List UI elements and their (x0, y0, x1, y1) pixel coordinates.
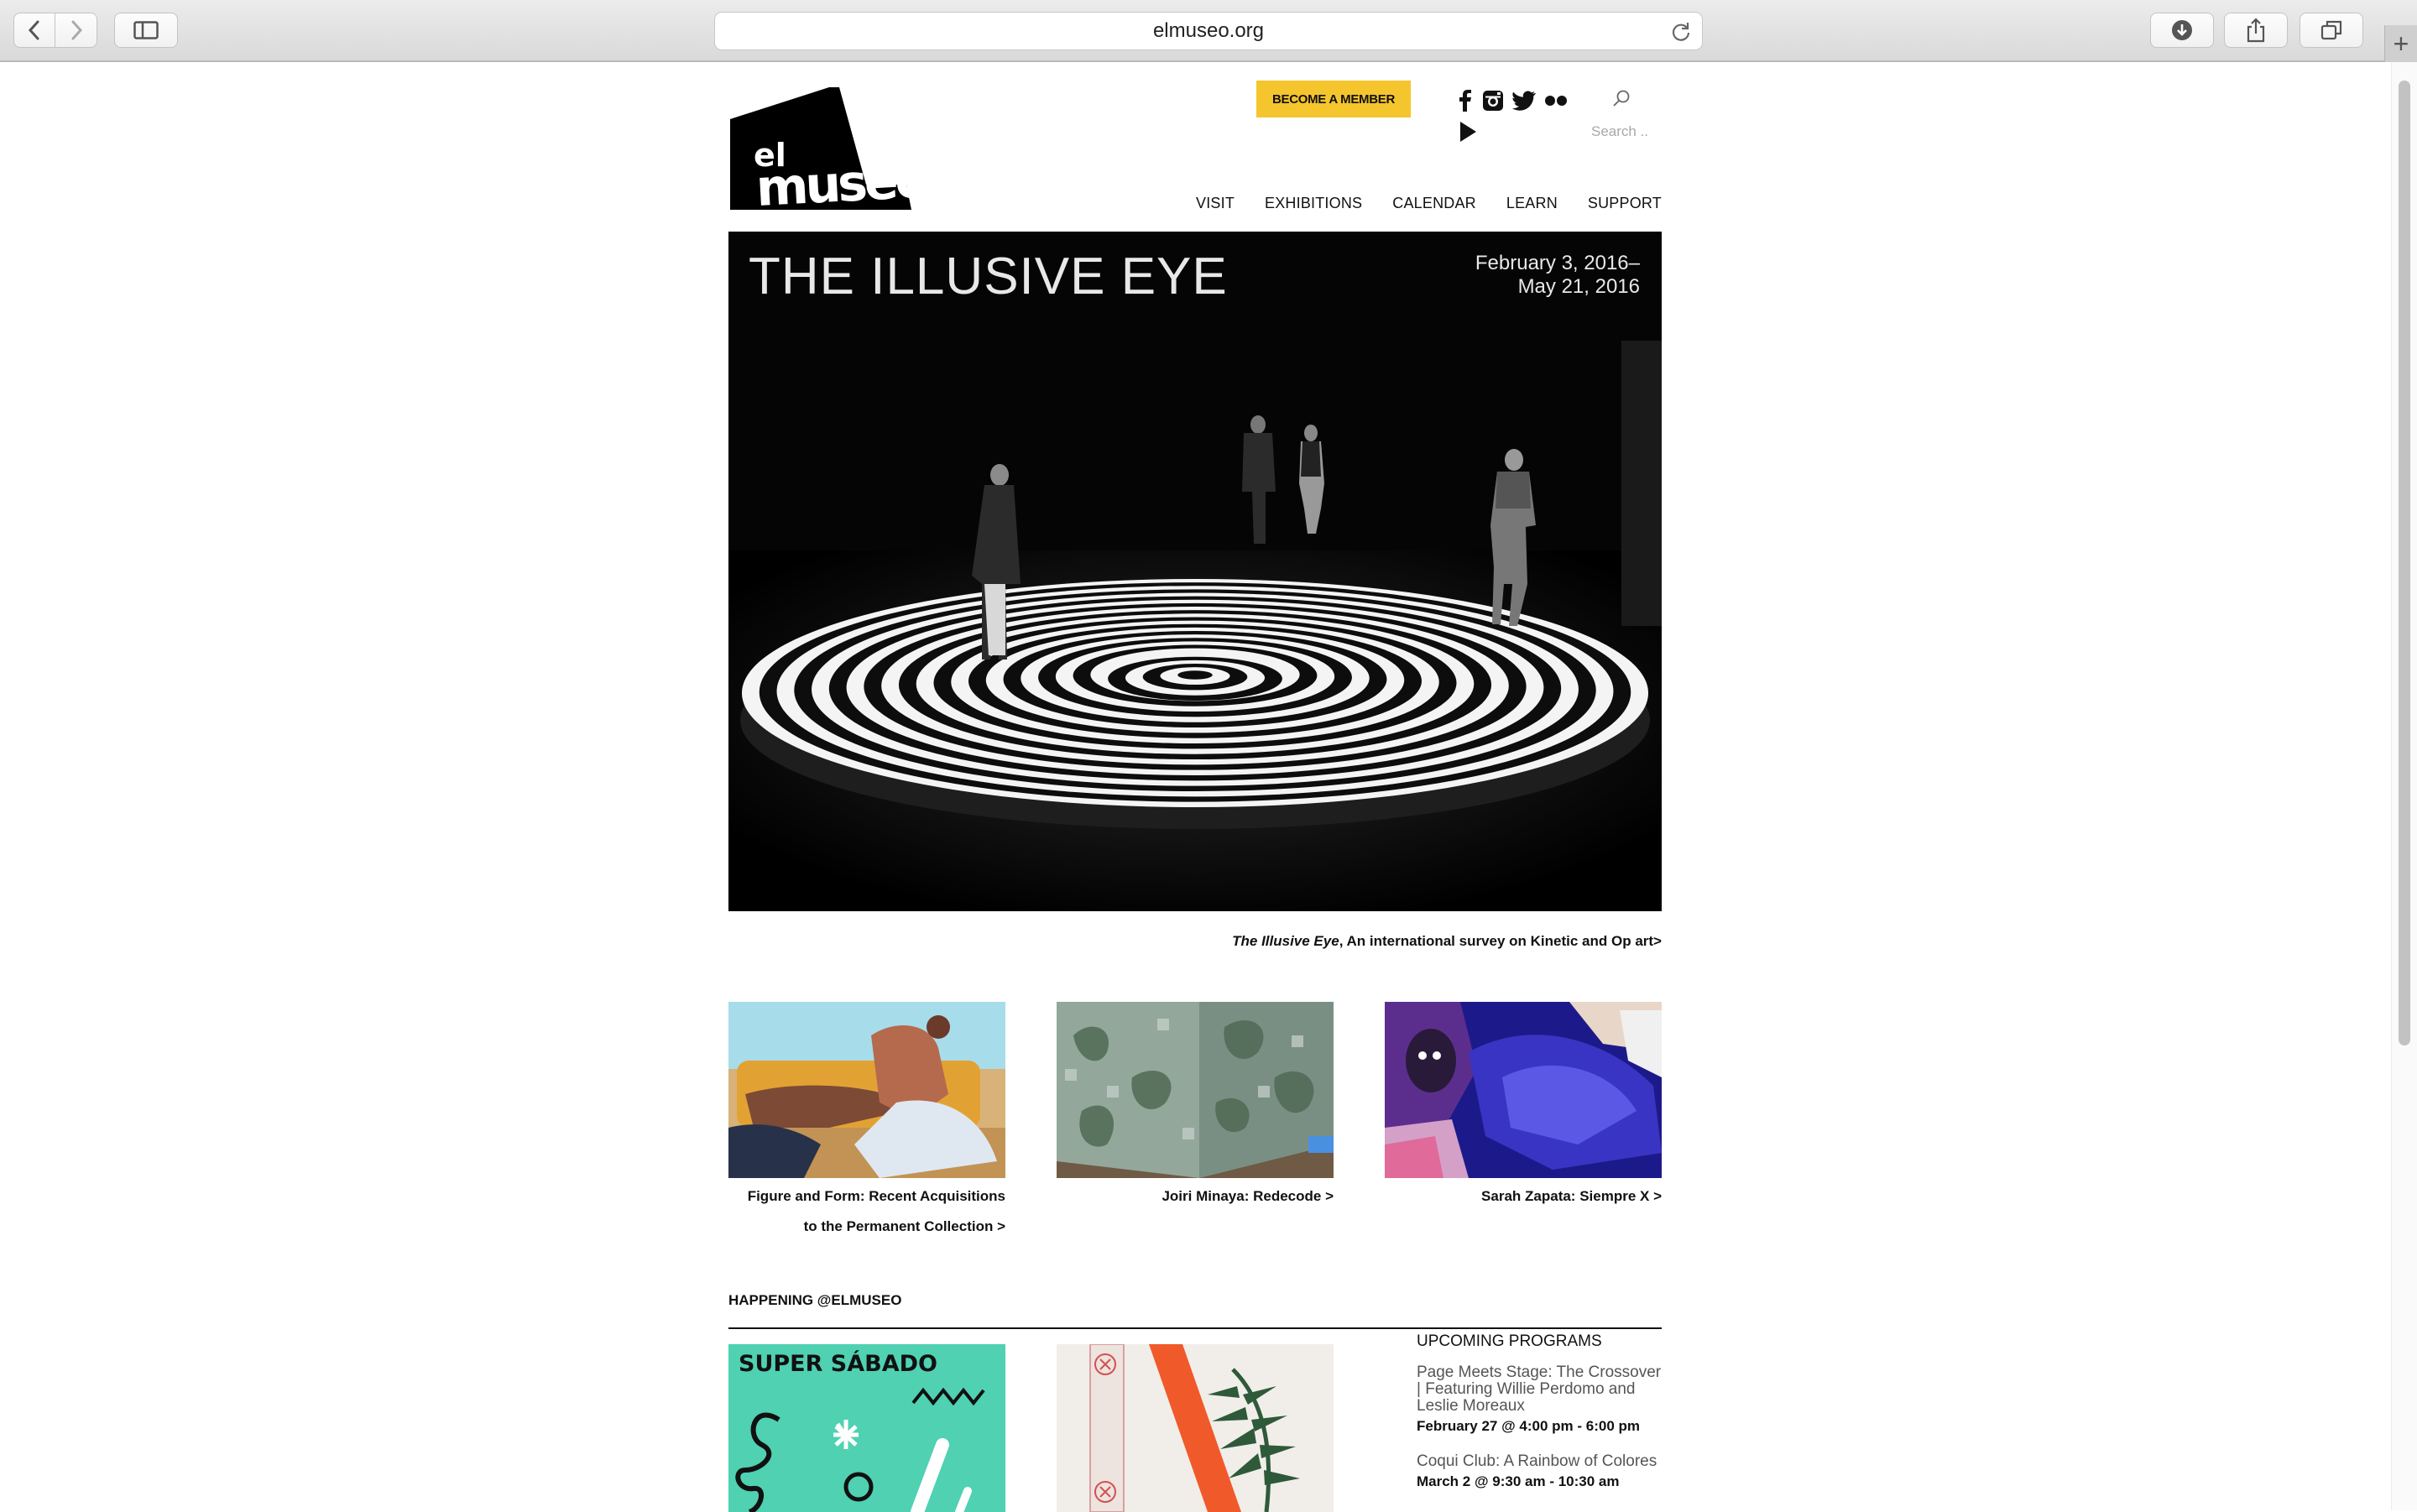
share-icon (2247, 18, 2265, 43)
exhibition-caption-line: Joiri Minaya: Redecode > (1162, 1188, 1334, 1204)
tabs-button[interactable] (2300, 13, 2363, 48)
main-nav: VISIT EXHIBITIONS CALENDAR LEARN SUPPORT (1166, 195, 1662, 212)
browser-toolbar: elmuseo.org + (0, 0, 2417, 62)
exhibition-image-camo-room (1057, 1002, 1334, 1178)
download-icon (2172, 20, 2192, 40)
event-time: February 27 @ 4:00 pm - 6:00 pm (1417, 1418, 1641, 1434)
exhibition-caption: Joiri Minaya: Redecode > (1057, 1181, 1334, 1212)
search-input[interactable] (1591, 121, 1662, 143)
forward-arrow-icon (71, 20, 82, 40)
event-item[interactable]: Page Meets Stage: The Crossover | Featur… (1417, 1364, 1662, 1435)
hero-banner[interactable]: THE ILLUSIVE EYE February 3, 2016– May 2… (728, 232, 1662, 911)
become-member-button[interactable]: BECOME A MEMBER (1256, 81, 1411, 117)
instagram-icon[interactable] (1482, 90, 1504, 112)
nav-learn[interactable]: LEARN (1506, 195, 1558, 212)
page-content: el museo BECOME A MEMBER VISIT EXHIBITIO… (728, 62, 1662, 1512)
program-tile-book[interactable] (1057, 1344, 1334, 1512)
page-scrollbar[interactable] (2391, 62, 2417, 1510)
nav-visit[interactable]: VISIT (1196, 195, 1235, 212)
section-divider (728, 1327, 1662, 1329)
nav-calendar[interactable]: CALENDAR (1392, 195, 1476, 212)
facebook-icon[interactable] (1457, 89, 1474, 112)
program-tile-title: SUPER SÁBADO (739, 1350, 937, 1377)
hero-dates: February 3, 2016– May 21, 2016 (1475, 252, 1640, 299)
exhibition-card-redecode[interactable]: Joiri Minaya: Redecode > (1057, 1002, 1334, 1212)
nav-exhibitions[interactable]: EXHIBITIONS (1265, 195, 1362, 212)
hero-date-start: February 3, 2016– (1475, 252, 1640, 274)
program-tile-super-sabado[interactable]: SUPER SÁBADO (728, 1344, 1005, 1512)
upcoming-programs: UPCOMING PROGRAMS Page Meets Stage: The … (1417, 1332, 1662, 1509)
hero-caption-title: The Illusive Eye (1232, 933, 1339, 949)
exhibition-image-painting (728, 1002, 1005, 1178)
op-art-ring (1177, 670, 1213, 680)
plus-icon: + (2393, 28, 2409, 59)
event-time: March 2 @ 9:30 am - 10:30 am (1417, 1473, 1620, 1489)
logo-text-large: museo (754, 150, 913, 214)
event-item[interactable]: Coqui Club: A Rainbow of Colores March 2… (1417, 1453, 1662, 1490)
exhibition-caption-line: Figure and Form: Recent Acquisitions (747, 1188, 1005, 1204)
scroll-thumb[interactable] (2399, 81, 2410, 1045)
new-tab-button[interactable]: + (2384, 25, 2417, 62)
sidebar-button[interactable] (114, 13, 178, 48)
upcoming-heading: UPCOMING PROGRAMS (1417, 1332, 1602, 1350)
exhibition-caption: Figure and Form: Recent Acquisitions to … (728, 1181, 1005, 1242)
exhibition-caption: Sarah Zapata: Siempre X > (1385, 1181, 1662, 1212)
exhibition-caption-line: to the Permanent Collection > (803, 1218, 1005, 1234)
nav-support[interactable]: SUPPORT (1588, 195, 1662, 212)
search-icon[interactable] (1612, 89, 1631, 112)
hero-caption-link[interactable]: The Illusive Eye, An international surve… (1232, 933, 1662, 950)
hero-title: THE ILLUSIVE EYE (749, 248, 1228, 305)
hero-date-end: May 21, 2016 (1517, 275, 1640, 298)
exhibition-card-siempre-x[interactable]: Sarah Zapata: Siempre X > (1385, 1002, 1662, 1212)
flickr-icon[interactable] (1544, 95, 1568, 107)
back-arrow-icon (28, 20, 39, 40)
exhibition-caption-line: Sarah Zapata: Siempre X > (1481, 1188, 1662, 1204)
tabs-icon (2320, 20, 2342, 40)
forward-button[interactable] (55, 13, 97, 48)
twitter-icon[interactable] (1512, 91, 1536, 111)
youtube-play-icon[interactable] (1459, 121, 1477, 147)
event-title[interactable]: Page Meets Stage: The Crossover | Featur… (1417, 1364, 1662, 1415)
back-button[interactable] (13, 13, 55, 48)
share-button[interactable] (2224, 13, 2288, 48)
url-text: elmuseo.org (1152, 19, 1265, 42)
happening-heading: HAPPENING @ELMUSEO (728, 1292, 902, 1308)
reload-icon[interactable] (1670, 21, 1692, 43)
exhibition-card-figure-form[interactable]: Figure and Form: Recent Acquisitions to … (728, 1002, 1005, 1242)
sidebar-icon (133, 21, 159, 39)
downloads-button[interactable] (2150, 13, 2214, 48)
event-title[interactable]: Coqui Club: A Rainbow of Colores (1417, 1453, 1662, 1470)
hero-caption-text: , An international survey on Kinetic and… (1339, 933, 1662, 949)
exhibition-image-textiles (1385, 1002, 1662, 1178)
social-links (1457, 89, 1568, 112)
hero-artwork-image (728, 232, 1662, 911)
address-bar[interactable]: elmuseo.org (714, 12, 1703, 50)
el-museo-logo[interactable]: el museo (728, 76, 929, 218)
